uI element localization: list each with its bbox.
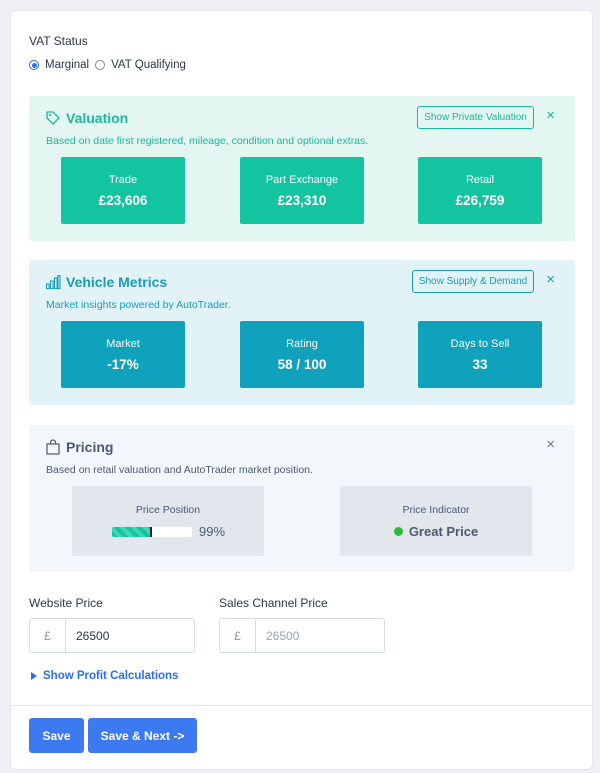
vehicle-metrics-subtitle: Market insights powered by AutoTrader. — [46, 299, 231, 311]
show-private-valuation-button[interactable]: Show Private Valuation — [417, 106, 534, 129]
days-to-sell-label: Days to Sell — [450, 338, 510, 350]
price-position-label: Price Position — [135, 504, 201, 516]
market-value: -17% — [107, 357, 139, 372]
signal-bars-icon — [45, 274, 61, 290]
website-price-input[interactable]: 26500 — [66, 619, 194, 652]
vat-status-radio-group: Marginal VAT Qualifying — [29, 59, 192, 71]
save-next-button[interactable]: Save & Next -> — [88, 718, 197, 753]
vehicle-metrics-panel: Vehicle Metrics Market insights powered … — [29, 260, 575, 405]
trade-label: Trade — [108, 174, 138, 186]
retail-valuation-tile: Retail £26,759 — [418, 157, 542, 224]
website-price-currency: £ — [30, 619, 66, 652]
part-exchange-label: Part Exchange — [265, 174, 339, 186]
price-position-box: Price Position 99% — [72, 486, 264, 556]
valuation-subtitle: Based on date first registered, mileage,… — [46, 135, 369, 147]
rating-value: 58 / 100 — [277, 357, 327, 372]
part-exchange-valuation-tile: Part Exchange £23,310 — [240, 157, 364, 224]
shopping-bag-icon — [46, 439, 60, 455]
radio-vat-qualifying-input[interactable] — [95, 60, 106, 70]
radio-vat-qualifying[interactable]: VAT Qualifying — [95, 59, 186, 71]
save-button[interactable]: Save — [29, 718, 84, 753]
pricing-subtitle: Based on retail valuation and AutoTrader… — [46, 464, 313, 476]
valuation-title: Valuation — [66, 110, 129, 126]
sales-channel-price-input[interactable]: 26500 — [256, 619, 384, 652]
valuation-close-icon[interactable]: × — [546, 108, 555, 124]
part-exchange-value: £23,310 — [277, 193, 327, 208]
days-to-sell-metric-tile: Days to Sell 33 — [418, 321, 542, 388]
caret-right-icon — [31, 672, 37, 680]
retail-value: £26,759 — [455, 193, 505, 208]
retail-label: Retail — [465, 174, 495, 186]
radio-marginal-label[interactable]: Marginal — [45, 59, 89, 71]
valuation-panel: Valuation Based on date first registered… — [29, 96, 575, 241]
vehicle-metrics-title: Vehicle Metrics — [66, 274, 168, 290]
website-price-field[interactable]: £ 26500 — [29, 618, 195, 653]
radio-marginal[interactable]: Marginal — [29, 59, 89, 71]
rating-metric-tile: Rating 58 / 100 — [240, 321, 364, 388]
market-label: Market — [106, 338, 140, 350]
show-profit-calculations-label[interactable]: Show Profit Calculations — [43, 670, 178, 682]
website-price-label: Website Price — [29, 596, 103, 610]
price-indicator-value-row: Great Price — [340, 524, 532, 539]
trade-valuation-tile: Trade £23,606 — [61, 157, 185, 224]
vehicle-metrics-close-icon[interactable]: × — [546, 272, 555, 288]
pricing-panel: Pricing Based on retail valuation and Au… — [29, 425, 575, 572]
price-position-bar — [112, 527, 192, 537]
price-position-bar-fill — [112, 527, 152, 537]
sales-channel-price-label: Sales Channel Price — [219, 596, 328, 610]
price-indicator-box: Price Indicator Great Price — [340, 486, 532, 556]
price-indicator-status-dot — [393, 527, 403, 536]
days-to-sell-value: 33 — [472, 357, 488, 372]
trade-value: £23,606 — [98, 193, 148, 208]
sales-channel-price-currency: £ — [220, 619, 256, 652]
tag-icon — [46, 111, 60, 125]
pricing-close-icon[interactable]: × — [546, 437, 555, 453]
pricing-title: Pricing — [66, 439, 114, 455]
price-position-percent: 99% — [199, 524, 226, 539]
radio-vat-qualifying-label[interactable]: VAT Qualifying — [111, 59, 186, 71]
show-profit-calculations-link[interactable]: Show Profit Calculations — [31, 670, 178, 682]
rating-label: Rating — [286, 338, 318, 350]
show-supply-demand-button[interactable]: Show Supply & Demand — [412, 270, 534, 293]
price-indicator-value: Great Price — [408, 524, 479, 539]
radio-marginal-input[interactable] — [29, 60, 39, 70]
market-metric-tile: Market -17% — [61, 321, 185, 388]
vehicle-pricing-card: VAT Status Marginal VAT Qualifying Valua… — [10, 10, 593, 770]
footer-divider — [11, 705, 592, 706]
sales-channel-price-field[interactable]: £ 26500 — [219, 618, 385, 653]
price-indicator-label: Price Indicator — [402, 504, 470, 516]
vat-status-label: VAT Status — [29, 34, 88, 48]
